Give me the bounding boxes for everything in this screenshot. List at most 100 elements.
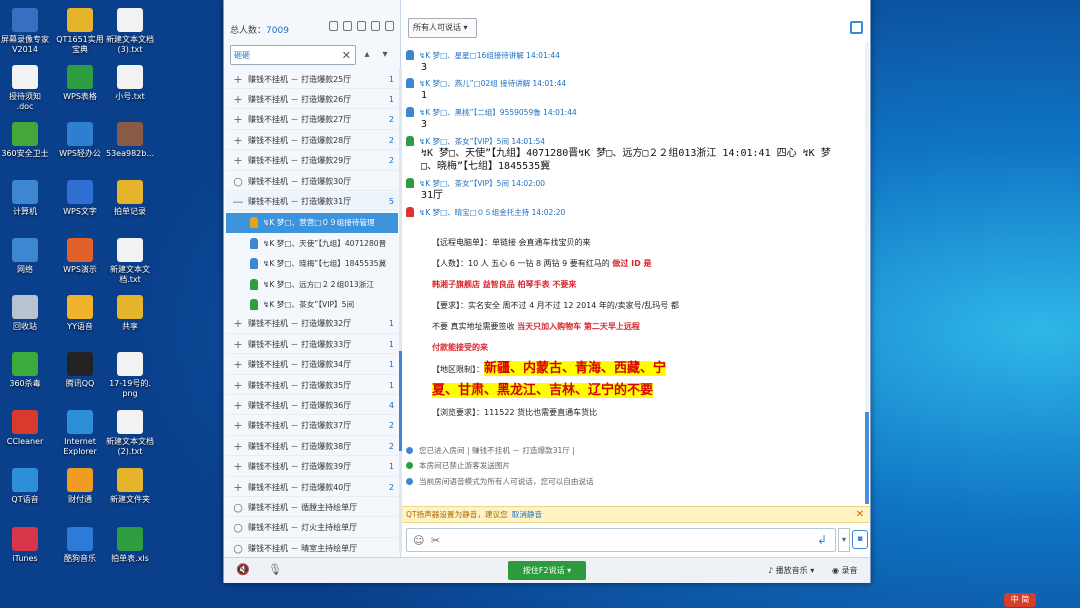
room-item[interactable]: + 赚钱不挂机 － 打造爆款26厅 1	[226, 90, 398, 110]
send-icon[interactable]: ↲	[817, 533, 827, 547]
expand-icon[interactable]: +	[232, 113, 244, 126]
room-member[interactable]: ↯K 梦□、茶女”【VIP】5间	[226, 294, 398, 314]
message-header[interactable]: ↯K 梦□、茶女”【VIP】5间 14:02:00	[406, 178, 846, 189]
desktop-icon[interactable]: iTunes	[0, 527, 56, 564]
room-item[interactable]: + 赚钱不挂机 － 打造爆款32厅 1	[226, 315, 398, 334]
room-item[interactable]: + 赚钱不挂机 － 打造爆款37厅 2	[226, 417, 398, 436]
message-header[interactable]: ↯K 梦□、燕儿”□02组 接待讲解 14:01:44	[406, 78, 846, 89]
room-item[interactable]: + 赚钱不挂机 － 打造爆款28厅 2	[226, 131, 398, 151]
room-item[interactable]: ○ 赚钱不挂机 － 循膛主持绘单厅	[226, 498, 398, 518]
room-item[interactable]: + 赚钱不挂机 － 打造爆款40厅 2	[226, 478, 398, 497]
expand-icon[interactable]: ○	[232, 542, 244, 555]
scissors-icon[interactable]: ✂	[431, 534, 440, 547]
room-item[interactable]: ○ 赚钱不挂机 － 打造爆款30厅	[226, 172, 398, 191]
refresh-icon[interactable]	[385, 21, 394, 31]
room-label: 赚钱不挂机 － 打造爆款34厅	[248, 360, 352, 370]
ime-indicator[interactable]: 中 简	[1004, 593, 1036, 607]
room-item[interactable]: + 赚钱不挂机 － 打造爆款35厅 1	[226, 376, 398, 395]
record-button[interactable]: ◉ 录音	[832, 565, 858, 576]
expand-icon[interactable]: ○	[232, 175, 244, 188]
expand-icon[interactable]: +	[232, 73, 244, 86]
pin-icon[interactable]	[343, 21, 352, 31]
room-member[interactable]: ↯K 梦□、天使”【九组】4071280晋	[226, 233, 398, 253]
room-member[interactable]: ↯K 梦□、远方□２２组013浙江	[226, 274, 398, 294]
emoji-icon[interactable]: ☺	[413, 534, 424, 547]
expand-icon[interactable]: +	[232, 317, 244, 330]
expand-icon[interactable]: +	[232, 93, 244, 106]
desktop-icon-label: 拍单记录	[114, 207, 146, 216]
room-item[interactable]: + 赚钱不挂机 － 打造爆款34厅 1	[226, 356, 398, 375]
room-item[interactable]: ○ 赚钱不挂机 － 晴室主持绘单厅	[226, 539, 398, 559]
desktop-icon[interactable]: 拍单记录	[99, 180, 161, 217]
desktop-icon[interactable]: 回收站	[0, 295, 56, 332]
unmute-link[interactable]: 取消静音	[512, 510, 542, 519]
expand-icon[interactable]: +	[232, 399, 244, 412]
search-up-button[interactable]: ▴	[358, 45, 376, 65]
message-header[interactable]: ↯K 梦□、星星□16组接待讲解 14:01:44	[406, 50, 846, 61]
desktop-icon[interactable]: 网络	[0, 238, 56, 275]
speak-mode-select[interactable]: 所有人可说话 ▾	[408, 18, 477, 38]
send-options-button[interactable]: ▾	[838, 528, 850, 552]
room-item[interactable]: + 赚钱不挂机 － 打造爆款25厅 1	[226, 70, 398, 89]
search-icon[interactable]	[371, 21, 380, 31]
expand-icon[interactable]: +	[232, 358, 244, 371]
microphone-icon[interactable]: 🎙	[268, 563, 282, 576]
expand-icon[interactable]: +	[232, 419, 244, 432]
desktop-icon[interactable]: 新建文本文档 (3).txt	[99, 8, 161, 55]
message-header[interactable]: ↯K 梦□、黑桃”【二组】9559059鲁 14:01:44	[406, 107, 846, 118]
play-music-button[interactable]: ♪ 播放音乐 ▾	[768, 565, 814, 576]
desktop-icon[interactable]: 360安全卫士	[0, 122, 56, 159]
message-input[interactable]: ☺ ✂ ↲	[406, 528, 836, 552]
search-input[interactable]	[231, 46, 331, 64]
expand-icon[interactable]: +	[232, 134, 244, 147]
room-item[interactable]: + 赚钱不挂机 － 打造爆款36厅 4	[226, 396, 398, 416]
speaker-mute-icon[interactable]: 🔇	[236, 563, 250, 576]
room-item[interactable]: + 赚钱不挂机 － 打造爆款33厅 1	[226, 335, 398, 355]
expand-icon[interactable]: —	[232, 195, 244, 208]
search-down-button[interactable]: ▾	[376, 45, 394, 65]
message-header[interactable]: ↯K 梦□、晴宝□０５组金托主持 14:02:20	[406, 207, 846, 218]
room-item[interactable]: ○ 赚钱不挂机 － 灯火主持绘单厅	[226, 519, 398, 538]
room-search-box[interactable]: ✕	[230, 45, 356, 65]
room-label: 赚钱不挂机 － 打造爆款35厅	[248, 380, 352, 390]
desktop-icon[interactable]: 新建文件夹	[99, 468, 161, 505]
desktop-icon[interactable]: 计算机	[0, 180, 56, 217]
clear-icon[interactable]: ✕	[342, 49, 351, 62]
expand-icon[interactable]: +	[232, 440, 244, 453]
expand-icon[interactable]: +	[232, 481, 244, 494]
desktop-icon[interactable]: 53ea982b...	[99, 122, 161, 159]
chat-scrollbar[interactable]	[865, 42, 869, 504]
expand-icon[interactable]: ○	[232, 521, 244, 534]
desktop-icon[interactable]: 新建文本文 档.txt	[99, 238, 161, 285]
message-header[interactable]: ↯K 梦□、茶女”【VIP】5间 14:01:54	[406, 136, 846, 147]
list-icon[interactable]	[329, 21, 338, 31]
expand-icon[interactable]: ○	[232, 501, 244, 514]
room-item[interactable]: — 赚钱不挂机 － 打造爆款31厅 5	[226, 192, 398, 212]
close-icon[interactable]: ✕	[856, 507, 864, 522]
desktop-icon[interactable]: 拍单表.xls	[99, 527, 161, 564]
desktop-icon[interactable]: 屏幕录像专家 V2014	[0, 8, 56, 55]
room-member[interactable]: ↯K 梦□、营营□０９组接待管理	[226, 212, 398, 233]
room-item[interactable]: + 赚钱不挂机 － 打造爆款39厅 1	[226, 458, 398, 477]
desktop-icon-label: 360杀毒	[9, 379, 41, 388]
desktop-icon[interactable]: 17-19号的. png	[99, 352, 161, 399]
chat-bubble-icon[interactable]: ▪	[852, 530, 868, 549]
desktop-icon[interactable]: 新建文本文档 (2).txt	[99, 410, 161, 457]
desktop-icon[interactable]: CCleaner	[0, 410, 56, 447]
expand-icon[interactable]: +	[232, 460, 244, 473]
desktop-icon[interactable]: 小号.txt	[99, 65, 161, 102]
user-icon[interactable]	[357, 21, 366, 31]
expand-icon[interactable]: +	[232, 338, 244, 351]
desktop-icon[interactable]: 360杀毒	[0, 352, 56, 389]
desktop-icon[interactable]: QT语音	[0, 468, 56, 505]
expand-icon[interactable]: +	[232, 379, 244, 392]
grid-icon[interactable]	[850, 21, 863, 34]
expand-icon[interactable]: +	[232, 154, 244, 167]
room-item[interactable]: + 赚钱不挂机 － 打造爆款38厅 2	[226, 437, 398, 457]
room-item[interactable]: + 赚钱不挂机 － 打造爆款27厅 2	[226, 111, 398, 130]
room-member[interactable]: ↯K 梦□、晓梅”【七组】1845535冀	[226, 254, 398, 274]
desktop-icon[interactable]: 共享	[99, 295, 161, 332]
room-item[interactable]: + 赚钱不挂机 － 打造爆款29厅 2	[226, 152, 398, 171]
push-to-talk-button[interactable]: 按住F2说话 ▾	[508, 561, 586, 580]
desktop-icon[interactable]: 授待须知 .doc	[0, 65, 56, 112]
